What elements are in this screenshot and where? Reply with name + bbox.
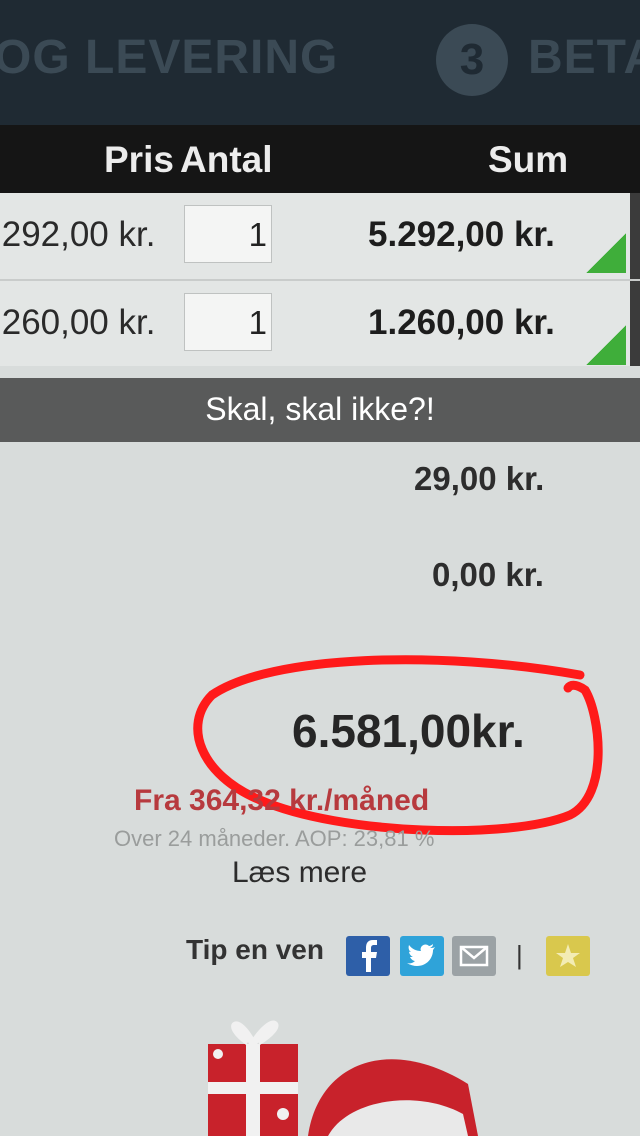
corner-flag-icon [578, 233, 626, 273]
table-row: .292,00 kr. 1 5.292,00 kr. [0, 193, 640, 281]
table-row: .260,00 kr. 1 1.260,00 kr. [0, 281, 640, 369]
read-more-link[interactable]: Læs mere [232, 856, 367, 890]
snap-caption-overlay: Skal, skal ikke?! [0, 378, 640, 442]
christmas-decoration-icon [208, 1020, 478, 1136]
monthly-price: Fra 364,32 kr./måned [134, 784, 430, 817]
header-quantity: Antal [180, 139, 273, 180]
row-sum: 1.260,00 kr. [368, 303, 555, 342]
tip-a-friend-label: Tip en ven [186, 934, 324, 965]
red-circle-annotation-icon [193, 655, 603, 836]
cart-table-header: Pris Antal Sum [0, 125, 640, 193]
quantity-input[interactable]: 1 [184, 293, 272, 351]
corner-flag-icon [578, 325, 626, 365]
financing-terms: Over 24 måneder. AOP: 23,81 % [114, 826, 435, 851]
star-icon[interactable] [546, 936, 590, 976]
shipping-amount: 29,00 kr. [414, 460, 545, 497]
row-price: .292,00 kr. [0, 215, 156, 254]
row-edge [630, 281, 640, 367]
step-payment-label[interactable]: BETA [528, 30, 640, 85]
row-edge [630, 193, 640, 279]
row-sum: 5.292,00 kr. [368, 215, 555, 254]
step-number-badge[interactable]: 3 [436, 24, 508, 96]
caption-text: Skal, skal ikke?! [205, 391, 435, 427]
mail-icon[interactable] [452, 936, 496, 976]
fee-amount: 0,00 kr. [432, 556, 544, 593]
quantity-input[interactable]: 1 [184, 205, 272, 263]
checkout-page: OG LEVERING 3 BETA Pris Antal Sum .292,0… [0, 0, 640, 1136]
row-price: .260,00 kr. [0, 303, 156, 342]
step-delivery-label[interactable]: OG LEVERING [0, 30, 338, 85]
header-price: Pris [104, 139, 174, 180]
facebook-icon[interactable] [346, 936, 390, 976]
twitter-icon[interactable] [400, 936, 444, 976]
header-sum: Sum [488, 139, 569, 180]
checkout-steps-bar: OG LEVERING 3 BETA [0, 0, 640, 125]
share-separator: | [516, 940, 523, 970]
